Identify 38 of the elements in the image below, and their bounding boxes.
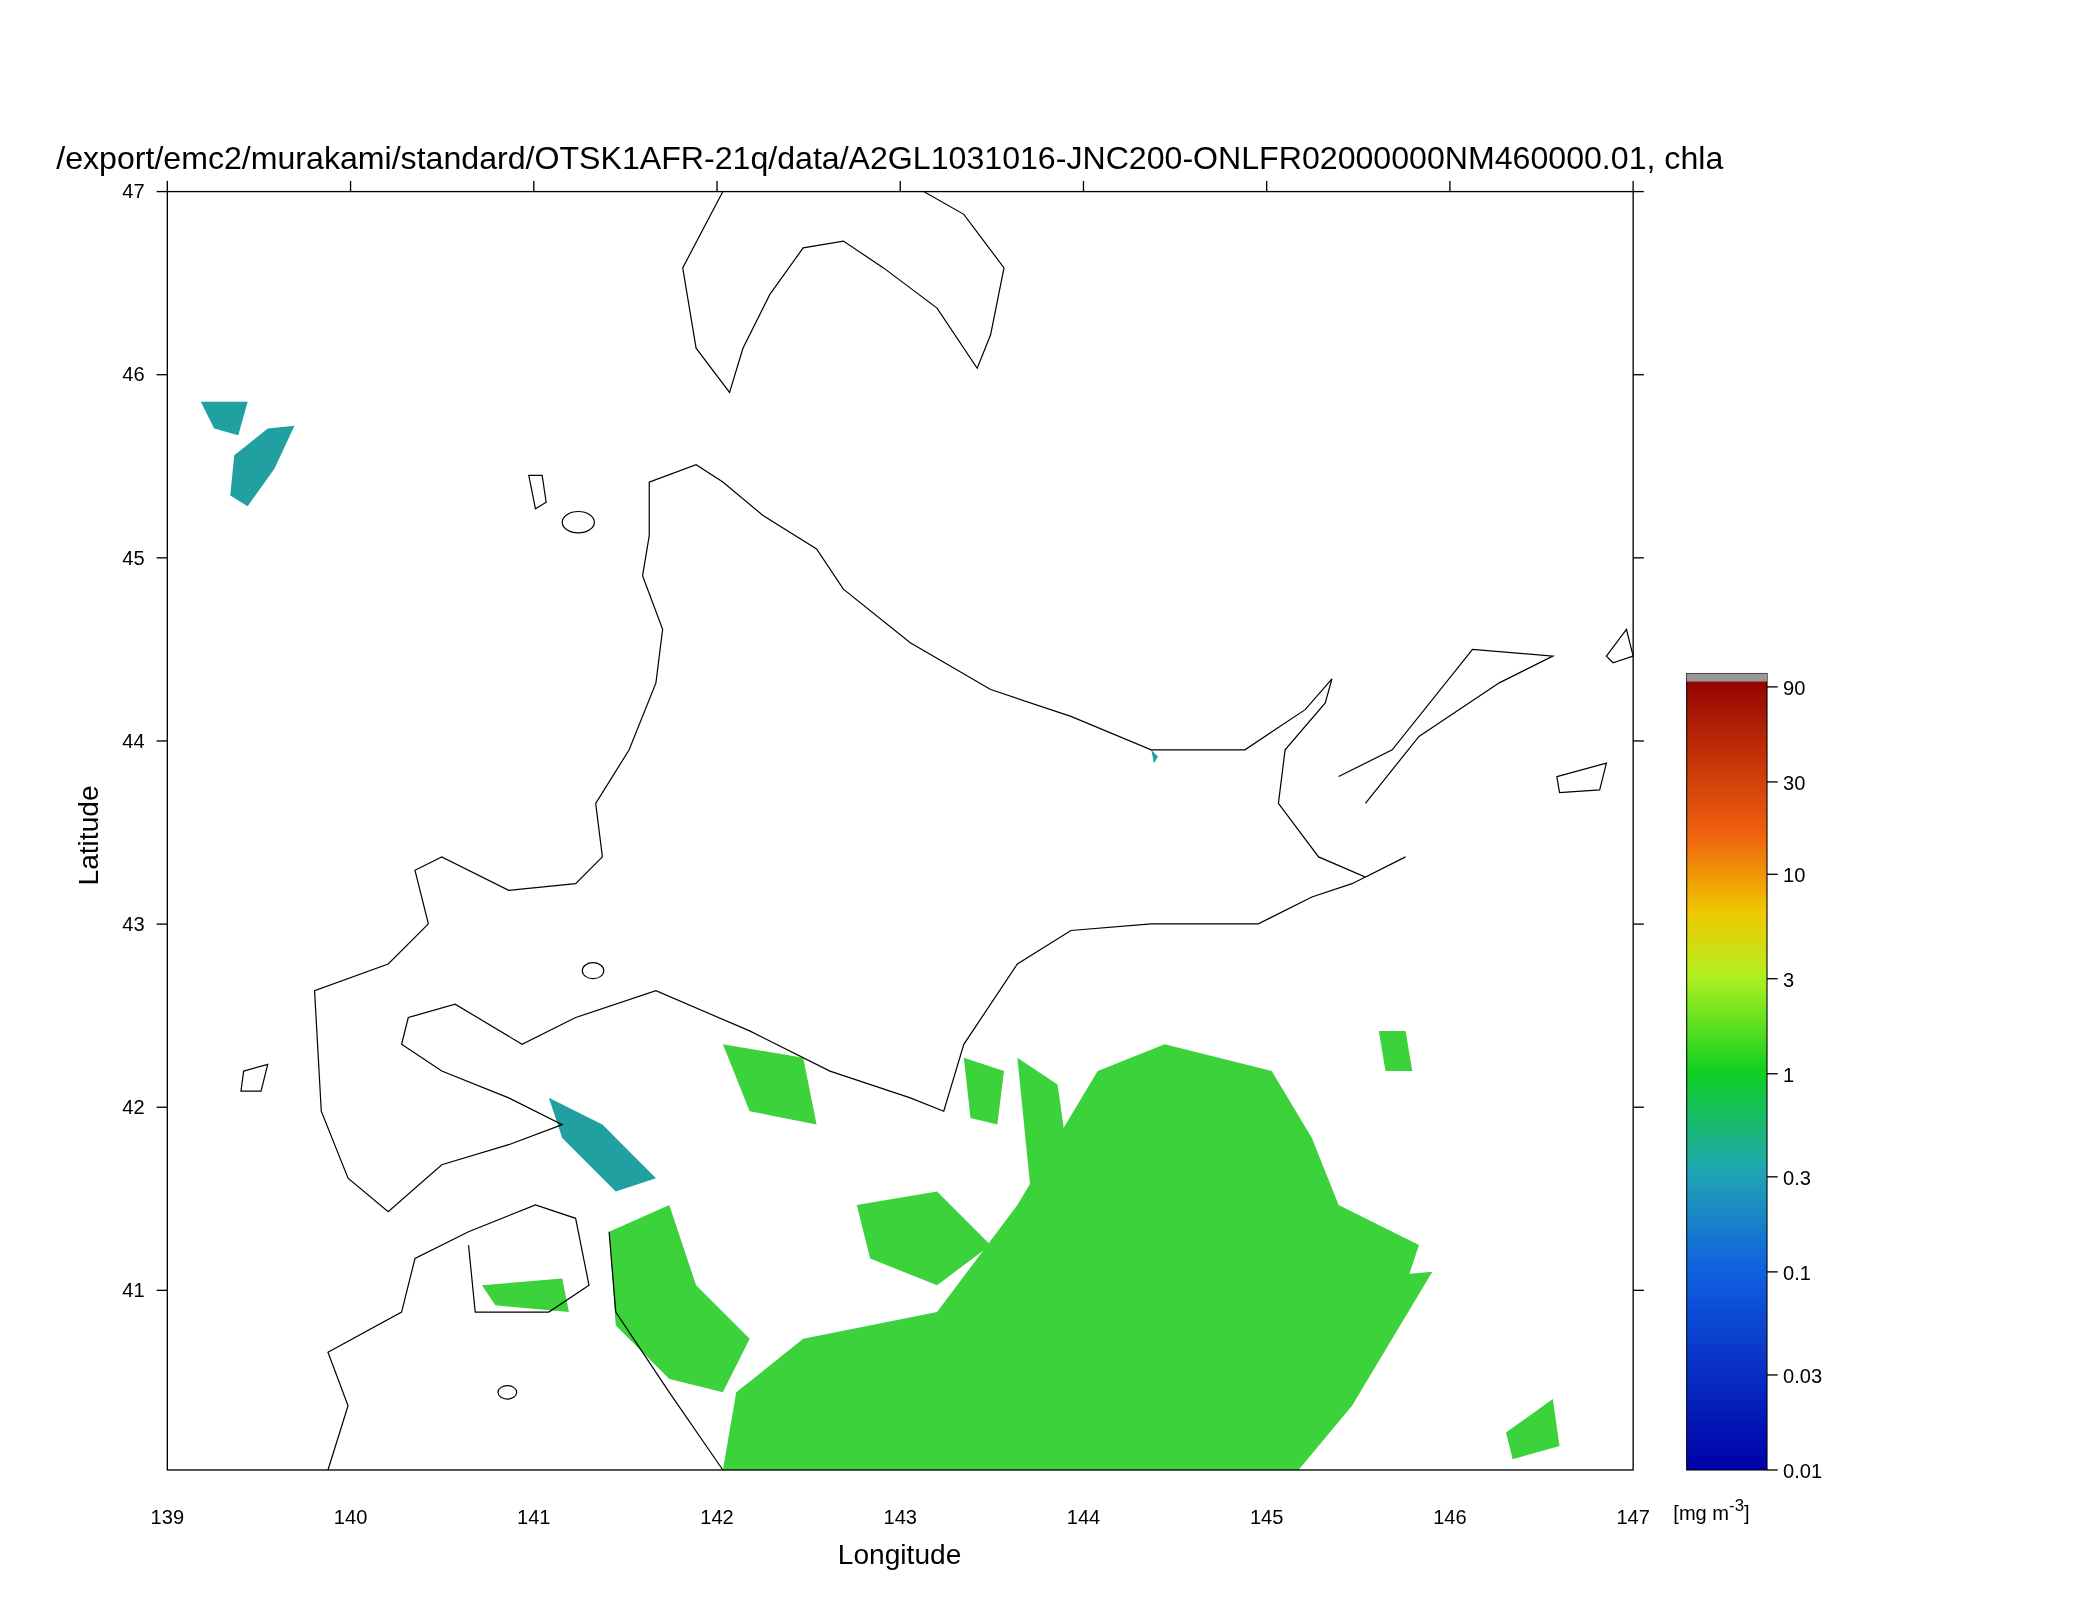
tick-mark (1766, 781, 1779, 783)
axis-tick-label: 44 (122, 729, 145, 752)
colorbar-tick-label: 0.3 (1783, 1166, 1811, 1189)
tick-mark (1766, 1374, 1779, 1376)
axis-tick-label: 145 (1249, 1505, 1284, 1528)
axis-tick-label: 41 (122, 1279, 145, 1302)
colorbar-tick-label: 10 (1783, 864, 1806, 887)
axis-tick-label: 142 (700, 1505, 734, 1528)
tick-mark (1766, 978, 1779, 980)
plot-title: /export/emc2/murakami/standard/OTSK1AFR-21q/data/A2GL1031016-JNC200-ONLFR02000000NM460000.01, chla (56, 139, 1724, 176)
axis-tick-label: 43 (122, 912, 145, 935)
colorbar-tick-label: 0.1 (1783, 1261, 1811, 1284)
axis-tick-label: 144 (1066, 1505, 1101, 1528)
colorbar-tick-label: 90 (1783, 676, 1806, 699)
colorbar-tick-label: 1 (1783, 1063, 1795, 1086)
tick-mark (1766, 1176, 1779, 1178)
axis-tick-label: 147 (1616, 1505, 1650, 1528)
colorbar-tick-label: 0.01 (1783, 1460, 1823, 1483)
colorbar-tick-label: 3 (1783, 968, 1795, 991)
colorbar-tick-label: 0.03 (1783, 1365, 1823, 1387)
axis-tick-label: 45 (122, 546, 145, 569)
tick-mark (1766, 686, 1779, 688)
axis-tick-label: 47 (122, 180, 145, 203)
axis-tick-label: 143 (883, 1505, 917, 1528)
axis-tick-label: 141 (517, 1505, 551, 1528)
tick-mark (1766, 873, 1779, 875)
axis-tick-label: 42 (122, 1095, 145, 1118)
tick-mark (1766, 1073, 1779, 1075)
unit-label: [mg m$^{-3}$] (1673, 1496, 1750, 1524)
axis-tick-label: 140 (333, 1505, 368, 1528)
tick-mark (1766, 1271, 1779, 1273)
axis-title: Latitude (72, 785, 104, 886)
axis-tick-label: 146 (1433, 1505, 1467, 1528)
tick-mark (1766, 1469, 1779, 1471)
axis-title: Longitude (837, 1538, 962, 1570)
axis-tick-label: 46 (122, 363, 145, 386)
colorbar-tick-label: 30 (1783, 771, 1806, 794)
axis-tick-label: 139 (150, 1505, 185, 1528)
